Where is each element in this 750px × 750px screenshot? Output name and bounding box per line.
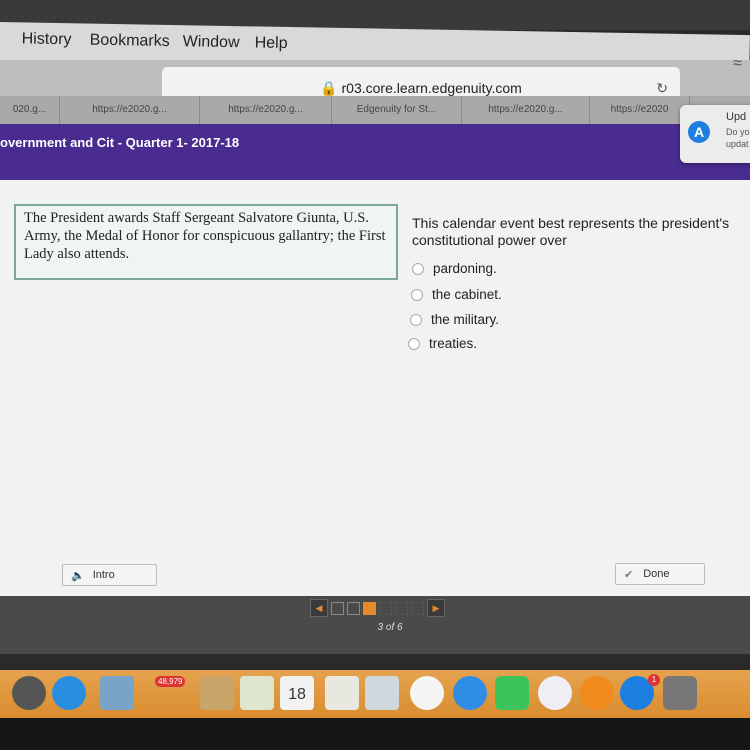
reminders-icon[interactable]: [325, 676, 359, 710]
system-preferences-icon[interactable]: [663, 676, 697, 710]
messages-icon[interactable]: [453, 676, 487, 710]
lock-icon: 🔒: [320, 80, 338, 96]
maps-icon[interactable]: [365, 676, 399, 710]
tab[interactable]: https://e2020.g...: [200, 96, 332, 124]
done-button[interactable]: ✔ Done: [615, 563, 705, 585]
notification-title: Upd: [726, 111, 747, 123]
calendar-icon[interactable]: 18: [280, 676, 314, 710]
photos-icon[interactable]: [410, 676, 444, 710]
checkmark-icon: ✔: [624, 568, 634, 581]
page-2[interactable]: [347, 601, 360, 615]
page-counter: 3 of 6: [377, 622, 403, 633]
tab[interactable]: Edgenuity for St...: [332, 96, 462, 124]
tab[interactable]: https://e2020.g...: [462, 96, 590, 124]
tab-bar: 020.g... https://e2020.g... https://e202…: [0, 96, 750, 124]
source-passage: The President awards Staff Sergeant Salv…: [14, 204, 398, 280]
speaker-icon: 🔈: [71, 569, 85, 582]
facetime-icon[interactable]: [495, 676, 529, 710]
previous-button[interactable]: ◀: [310, 599, 328, 617]
notification-body: Do yo updat: [726, 127, 750, 149]
menu-bookmarks[interactable]: Bookmarks: [90, 32, 170, 51]
radio-button[interactable]: [408, 337, 420, 350]
page-3-current[interactable]: [363, 601, 376, 615]
mail-badge: 48,979: [155, 676, 186, 687]
url-text: r03.core.learn.edgenuity.com: [341, 80, 522, 96]
next-button[interactable]: ▶: [427, 599, 445, 617]
page-4[interactable]: [379, 601, 392, 615]
page-navigator: ◀ ▶: [310, 598, 470, 618]
answer-option[interactable]: the cabinet.: [411, 287, 502, 302]
music-icon[interactable]: [538, 676, 572, 710]
radio-button[interactable]: [411, 288, 423, 301]
menu-window[interactable]: Window: [183, 33, 240, 52]
notes-icon[interactable]: [200, 676, 234, 710]
question-text: This calendar event best represents the …: [412, 215, 730, 248]
radio-button[interactable]: [412, 262, 424, 275]
tab[interactable]: https://e2020: [590, 96, 690, 124]
app-store-badge: 1: [648, 674, 660, 686]
course-header: [0, 124, 750, 180]
launchpad-icon[interactable]: [12, 676, 46, 710]
tab[interactable]: 020.g...: [0, 96, 60, 124]
update-notification[interactable]: A Upd Do yo updat: [680, 105, 750, 163]
menu-help[interactable]: Help: [255, 34, 288, 53]
app-store-icon: A: [688, 121, 710, 143]
stickies-icon[interactable]: [240, 676, 274, 710]
intro-button[interactable]: 🔈 Intro: [62, 564, 157, 586]
dock: 48,979 18 1: [0, 670, 750, 718]
books-icon[interactable]: [580, 676, 614, 710]
answer-option[interactable]: treaties.: [408, 336, 477, 351]
mail-icon[interactable]: [100, 676, 134, 710]
menu-history[interactable]: History: [22, 30, 72, 49]
page-5[interactable]: [395, 601, 408, 615]
laptop-bezel: [0, 718, 750, 750]
page-1[interactable]: [331, 601, 344, 615]
wifi-icon[interactable]: ≈: [733, 55, 742, 73]
tab[interactable]: https://e2020.g...: [60, 96, 200, 124]
page-6[interactable]: [411, 601, 424, 615]
radio-button[interactable]: [410, 313, 422, 326]
course-title: overnment and Cit - Quarter 1- 2017-18: [0, 135, 240, 150]
answer-option[interactable]: pardoning.: [412, 261, 497, 276]
safari-icon[interactable]: [52, 676, 86, 710]
answer-option[interactable]: the military.: [410, 312, 499, 327]
